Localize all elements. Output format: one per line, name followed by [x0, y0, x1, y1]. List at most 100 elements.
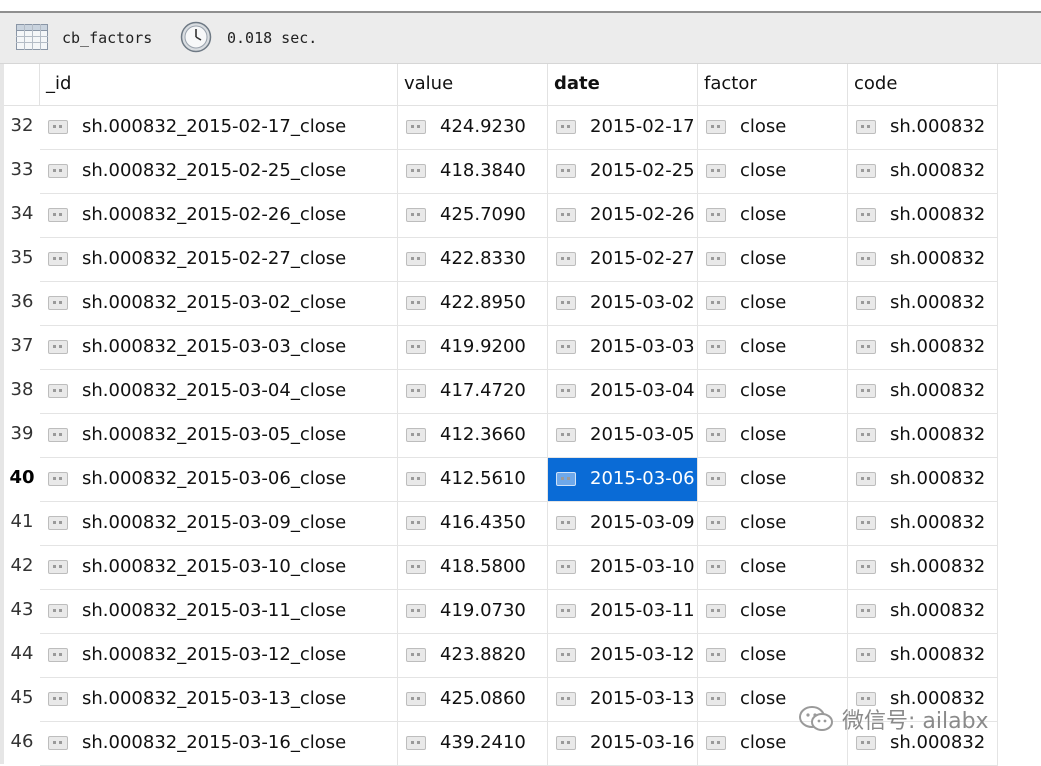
cell-id[interactable]: sh.000832_2015-03-02_close	[40, 282, 398, 326]
table-row[interactable]: 36 sh.000832_2015-03-02_close 422.8950 2015…	[4, 282, 1041, 326]
cell-id[interactable]: sh.000832_2015-03-04_close	[40, 370, 398, 414]
cell-value[interactable]: 424.9230	[398, 106, 548, 150]
cell-code[interactable]: sh.000832	[848, 502, 998, 546]
cell-value: sh.000832	[890, 556, 986, 577]
cell-date[interactable]: 2015-03-03	[548, 326, 698, 370]
cell-code[interactable]: sh.000832	[848, 414, 998, 458]
cell-value[interactable]: 425.7090	[398, 194, 548, 238]
cell-code[interactable]: sh.000832	[848, 546, 998, 590]
column-header-code[interactable]: code	[848, 64, 998, 106]
cell-value: 2015-02-26	[590, 204, 695, 225]
cell-value[interactable]: 439.2410	[398, 722, 548, 766]
cell-value[interactable]: 412.3660	[398, 414, 548, 458]
cell-date[interactable]: 2015-02-26	[548, 194, 698, 238]
cell-value[interactable]: 425.0860	[398, 678, 548, 722]
table-row[interactable]: 38 sh.000832_2015-03-04_close 417.4720 2015…	[4, 370, 1041, 414]
column-header-factor[interactable]: factor	[698, 64, 848, 106]
cell-factor[interactable]: close	[698, 458, 848, 502]
cell-id[interactable]: sh.000832_2015-02-25_close	[40, 150, 398, 194]
cell-code[interactable]: sh.000832	[848, 370, 998, 414]
cell-date[interactable]: 2015-02-17	[548, 106, 698, 150]
cell-id[interactable]: sh.000832_2015-03-12_close	[40, 634, 398, 678]
cell-date[interactable]: 2015-03-12	[548, 634, 698, 678]
cell-code[interactable]: sh.000832	[848, 238, 998, 282]
cell-id[interactable]: sh.000832_2015-03-16_close	[40, 722, 398, 766]
cell-date[interactable]: 2015-02-27	[548, 238, 698, 282]
cell-value[interactable]: 416.4350	[398, 502, 548, 546]
cell-factor[interactable]: close	[698, 282, 848, 326]
cell-date[interactable]: 2015-03-16	[548, 722, 698, 766]
cell-code[interactable]: sh.000832	[848, 458, 998, 502]
cell-factor[interactable]: close	[698, 370, 848, 414]
row-number: 46	[10, 731, 34, 752]
cell-factor[interactable]: close	[698, 194, 848, 238]
table-row[interactable]: 34 sh.000832_2015-02-26_close 425.7090 2015…	[4, 194, 1041, 238]
cell-date[interactable]: 2015-03-13	[548, 678, 698, 722]
cell-code[interactable]: sh.000832	[848, 282, 998, 326]
cell-date[interactable]: 2015-03-11	[548, 590, 698, 634]
cell-id[interactable]: sh.000832_2015-03-13_close	[40, 678, 398, 722]
cell-id[interactable]: sh.000832_2015-03-09_close	[40, 502, 398, 546]
cell-factor[interactable]: close	[698, 106, 848, 150]
cell-value[interactable]: 412.5610	[398, 458, 548, 502]
cell-id[interactable]: sh.000832_2015-03-11_close	[40, 590, 398, 634]
string-type-icon	[48, 560, 68, 574]
cell-code[interactable]: sh.000832	[848, 106, 998, 150]
cell-code[interactable]: sh.000832	[848, 326, 998, 370]
table-row[interactable]: 42 sh.000832_2015-03-10_close 418.5800 2015…	[4, 546, 1041, 590]
table-row[interactable]: 33 sh.000832_2015-02-25_close 418.3840 2015…	[4, 150, 1041, 194]
cell-date[interactable]: 2015-03-04	[548, 370, 698, 414]
cell-value[interactable]: 419.0730	[398, 590, 548, 634]
cell-factor[interactable]: close	[698, 634, 848, 678]
cell-date[interactable]: 2015-03-05	[548, 414, 698, 458]
cell-id[interactable]: sh.000832_2015-03-10_close	[40, 546, 398, 590]
cell-id[interactable]: sh.000832_2015-03-05_close	[40, 414, 398, 458]
wechat-icon	[799, 706, 833, 731]
results-grid[interactable]: _id value date factor code 32 sh.000832_2…	[4, 64, 1041, 766]
cell-id[interactable]: sh.000832_2015-02-17_close	[40, 106, 398, 150]
string-type-icon	[706, 428, 726, 442]
cell-value[interactable]: 422.8950	[398, 282, 548, 326]
cell-code[interactable]: sh.000832	[848, 150, 998, 194]
table-row[interactable]: 37 sh.000832_2015-03-03_close 419.9200 2015…	[4, 326, 1041, 370]
cell-factor[interactable]: close	[698, 238, 848, 282]
table-row[interactable]: 43 sh.000832_2015-03-11_close 419.0730 2015…	[4, 590, 1041, 634]
string-type-icon	[706, 164, 726, 178]
cell-factor[interactable]: close	[698, 502, 848, 546]
cell-factor[interactable]: close	[698, 546, 848, 590]
cell-value[interactable]: 423.8820	[398, 634, 548, 678]
cell-date[interactable]: 2015-03-09	[548, 502, 698, 546]
table-row[interactable]: 40 sh.000832_2015-03-06_close 412.5610 2015…	[4, 458, 1041, 502]
cell-value[interactable]: 422.8330	[398, 238, 548, 282]
cell-factor[interactable]: close	[698, 150, 848, 194]
cell-code[interactable]: sh.000832	[848, 194, 998, 238]
cell-value[interactable]: 418.5800	[398, 546, 548, 590]
cell-value: 425.7090	[440, 204, 526, 225]
cell-id[interactable]: sh.000832_2015-03-03_close	[40, 326, 398, 370]
cell-id[interactable]: sh.000832_2015-02-26_close	[40, 194, 398, 238]
string-type-icon	[706, 692, 726, 706]
cell-value: 419.9200	[440, 336, 526, 357]
cell-value[interactable]: 417.4720	[398, 370, 548, 414]
cell-value[interactable]: 418.3840	[398, 150, 548, 194]
cell-date[interactable]: 2015-03-02	[548, 282, 698, 326]
table-row[interactable]: 41 sh.000832_2015-03-09_close 416.4350 2015…	[4, 502, 1041, 546]
cell-date[interactable]: 2015-03-10	[548, 546, 698, 590]
cell-code[interactable]: sh.000832	[848, 590, 998, 634]
column-header-date[interactable]: date	[548, 64, 698, 106]
cell-factor[interactable]: close	[698, 326, 848, 370]
table-row[interactable]: 32 sh.000832_2015-02-17_close 424.9230 2015…	[4, 106, 1041, 150]
cell-id[interactable]: sh.000832_2015-02-27_close	[40, 238, 398, 282]
table-row[interactable]: 39 sh.000832_2015-03-05_close 412.3660 2015…	[4, 414, 1041, 458]
column-header-value[interactable]: value	[398, 64, 548, 106]
table-row[interactable]: 35 sh.000832_2015-02-27_close 422.8330 2015…	[4, 238, 1041, 282]
cell-id[interactable]: sh.000832_2015-03-06_close	[40, 458, 398, 502]
cell-date[interactable]: 2015-02-25	[548, 150, 698, 194]
cell-value[interactable]: 419.9200	[398, 326, 548, 370]
cell-factor[interactable]: close	[698, 414, 848, 458]
cell-date[interactable]: 2015-03-06	[548, 458, 698, 502]
cell-factor[interactable]: close	[698, 590, 848, 634]
cell-code[interactable]: sh.000832	[848, 634, 998, 678]
table-row[interactable]: 44 sh.000832_2015-03-12_close 423.8820 2015…	[4, 634, 1041, 678]
column-header-id[interactable]: _id	[40, 64, 398, 106]
